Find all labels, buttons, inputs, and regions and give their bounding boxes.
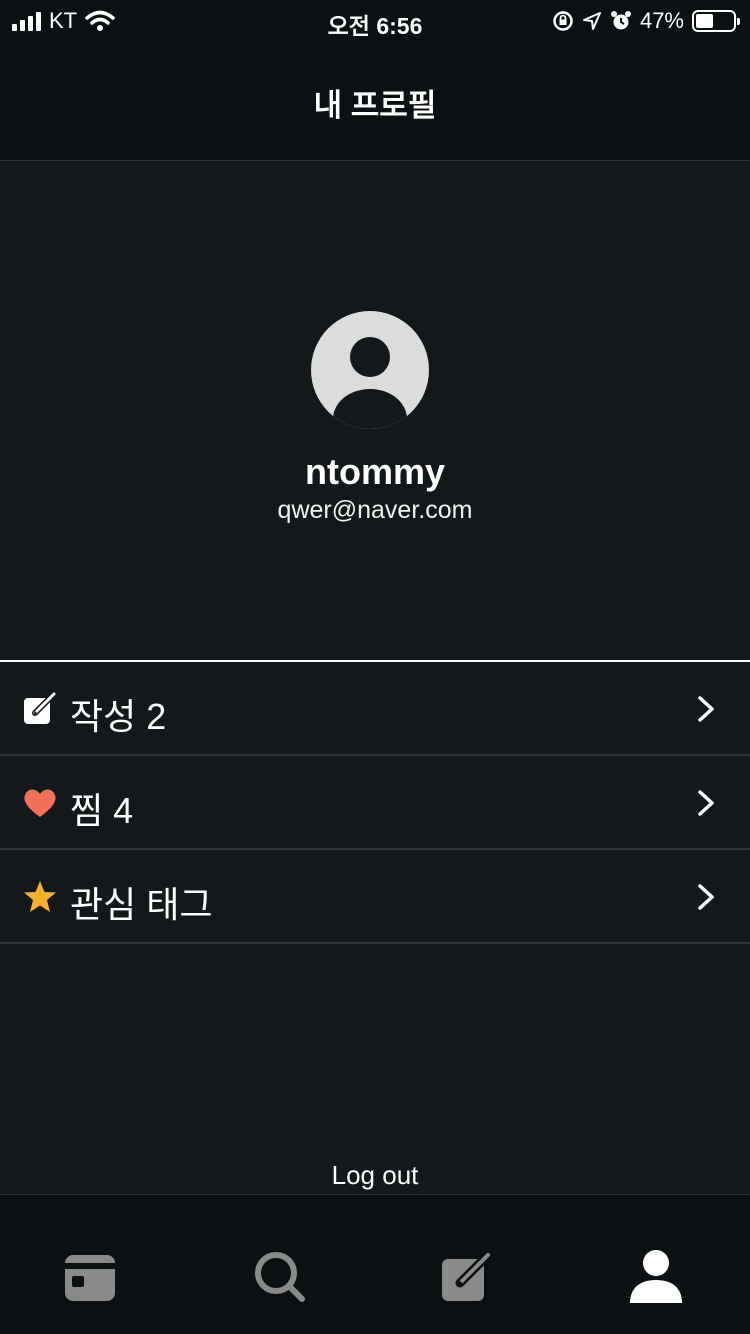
status-bar: KT 오전 6:56 47% (0, 0, 750, 40)
status-right: 47% (552, 8, 740, 34)
logout-button[interactable]: Log out (0, 1160, 750, 1191)
profile-icon[interactable] (628, 1249, 684, 1305)
location-icon (582, 12, 601, 30)
navigation-bar: 내 프로필 (0, 40, 750, 161)
menu-item-written[interactable]: 작성 2 (0, 662, 750, 756)
compose-icon[interactable] (440, 1249, 496, 1305)
battery-icon (692, 10, 740, 32)
star-icon (24, 881, 56, 912)
calendar-icon[interactable] (62, 1249, 118, 1305)
menu-item-label: 작성 2 (70, 696, 167, 737)
menu-item-tags[interactable]: 관심 태그 (0, 850, 750, 944)
profile-section: ntommy qwer@naver.com (0, 161, 750, 661)
person-circle-icon (311, 311, 429, 429)
heart-icon (24, 789, 56, 817)
menu-item-label: 찜 4 (70, 790, 134, 831)
menu-item-favorites[interactable]: 찜 4 (0, 756, 750, 850)
search-icon[interactable] (252, 1249, 308, 1305)
page-title: 내 프로필 (313, 88, 437, 123)
battery-percent: 47% (639, 8, 684, 33)
battery-level (696, 14, 713, 28)
profile-name: ntommy (304, 451, 445, 492)
edit-icon (24, 691, 57, 724)
menu-item-label: 관심 태그 (70, 884, 213, 925)
profile-menu: 작성 2 찜 4 관심 태그 (0, 660, 750, 944)
chevron-right-icon (698, 696, 714, 722)
alarm-icon (610, 11, 631, 30)
tab-bar (0, 1194, 750, 1334)
rotation-lock-icon (553, 11, 573, 31)
chevron-right-icon (698, 884, 714, 910)
chevron-right-icon (698, 790, 714, 816)
profile-email: qwer@naver.com (277, 496, 473, 524)
